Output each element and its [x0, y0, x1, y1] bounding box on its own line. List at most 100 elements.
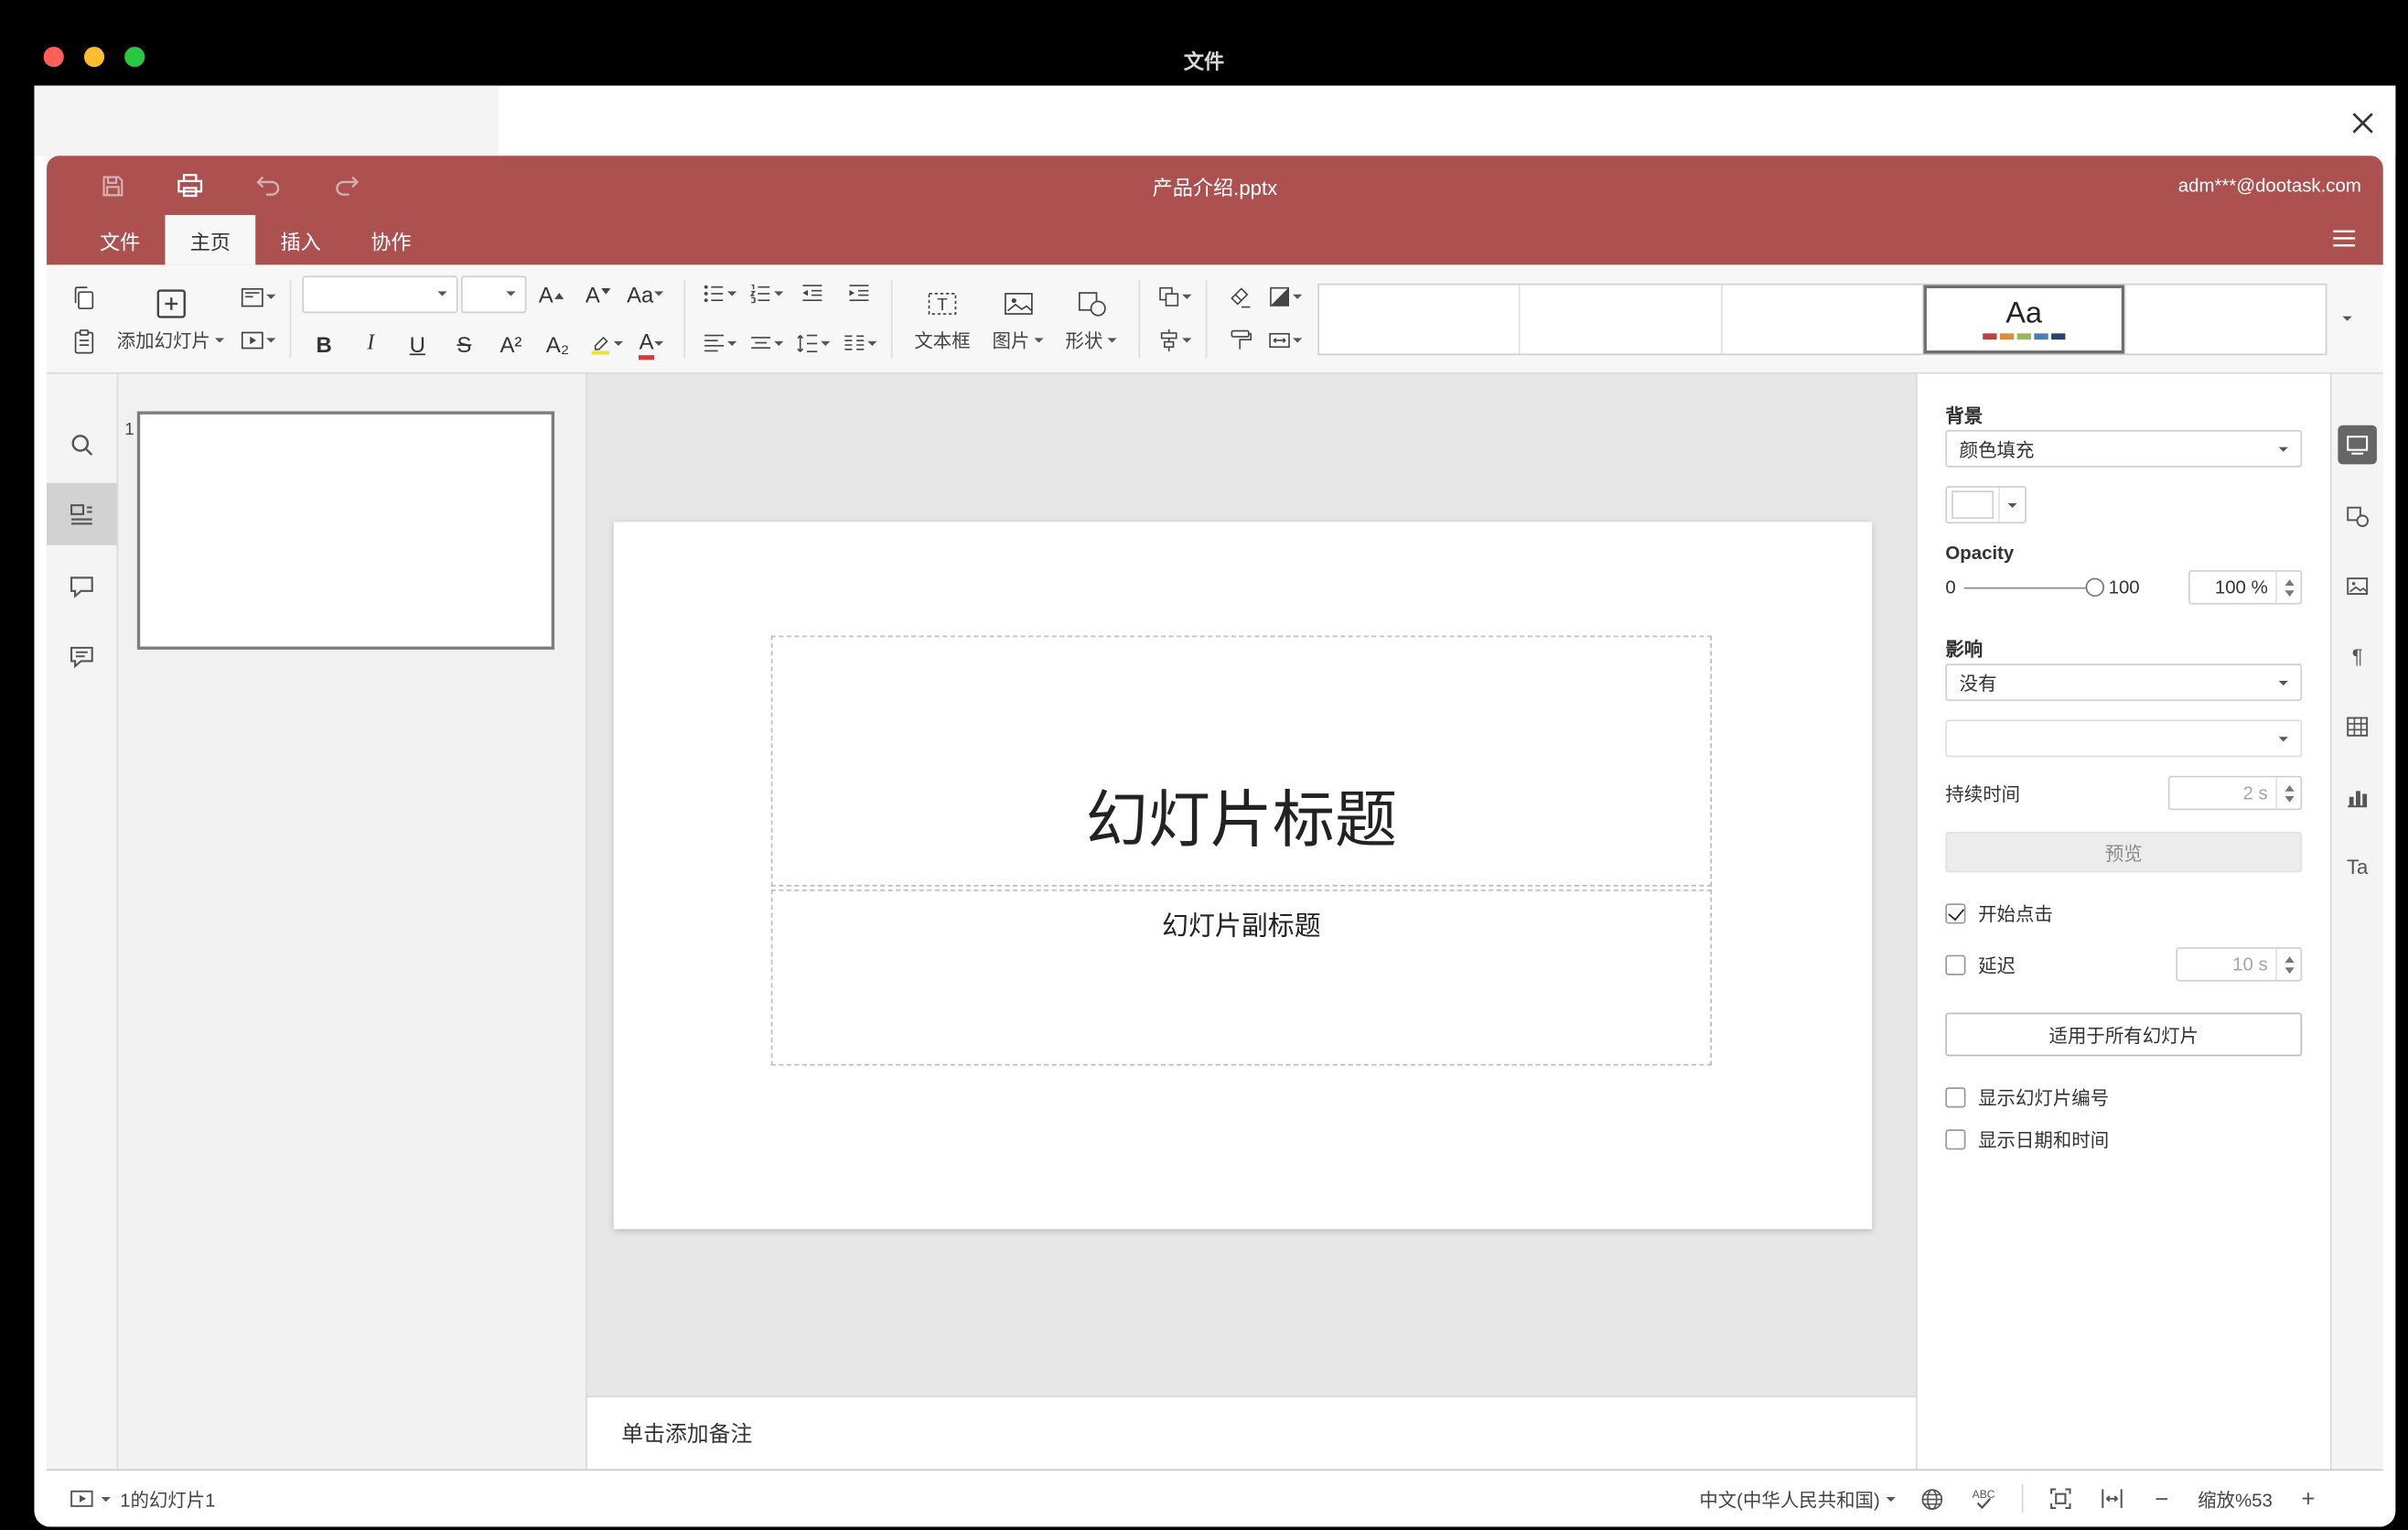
- slide-layout-button[interactable]: [235, 276, 279, 317]
- increase-font-button[interactable]: A: [530, 274, 574, 314]
- numbered-list-button[interactable]: [743, 274, 787, 314]
- tab-file[interactable]: 文件: [75, 215, 166, 264]
- title-placeholder[interactable]: 幻灯片标题: [770, 635, 1712, 887]
- language-select[interactable]: 中文(中华人民共和国): [1699, 1485, 1896, 1512]
- slides-panel-button[interactable]: [47, 482, 117, 545]
- show-slide-number-row[interactable]: 显示幻灯片编号: [1945, 1084, 2302, 1111]
- insert-image-button[interactable]: 图片: [982, 269, 1055, 369]
- table-settings-button[interactable]: [2338, 707, 2377, 747]
- bullet-list-button[interactable]: [696, 274, 740, 314]
- spinner-down-icon[interactable]: [2284, 795, 2294, 802]
- show-datetime-row[interactable]: 显示日期和时间: [1945, 1126, 2302, 1153]
- font-name-combo[interactable]: [302, 275, 458, 313]
- show-slide-number-checkbox[interactable]: [1945, 1087, 1966, 1108]
- add-slide-button[interactable]: 添加幻灯片: [106, 269, 235, 369]
- slide[interactable]: 幻灯片标题 幻灯片副标题: [613, 522, 1873, 1230]
- fit-slide-button[interactable]: [2047, 1484, 2075, 1513]
- effect-select[interactable]: 没有: [1945, 663, 2303, 702]
- effect-type-select[interactable]: [1945, 719, 2303, 758]
- theme-option-3[interactable]: [1723, 284, 1924, 353]
- superscript-button[interactable]: A²: [489, 323, 533, 363]
- fill-color-select[interactable]: [1945, 486, 2026, 524]
- insert-textbox-button[interactable]: T 文本框: [903, 269, 981, 369]
- tab-collaboration[interactable]: 协作: [346, 215, 436, 264]
- clear-style-button[interactable]: [1218, 276, 1262, 317]
- decrease-font-button[interactable]: A: [576, 274, 620, 314]
- font-size-combo[interactable]: [460, 275, 527, 313]
- feedback-panel-button[interactable]: [47, 625, 117, 687]
- increase-indent-button[interactable]: [836, 274, 880, 314]
- print-button[interactable]: [165, 167, 214, 204]
- tab-home[interactable]: 主页: [165, 214, 256, 265]
- start-slideshow-button[interactable]: [235, 320, 279, 361]
- delay-checkbox[interactable]: [1945, 954, 1966, 975]
- textart-settings-button[interactable]: Ta: [2338, 847, 2377, 887]
- arrange-shape-button[interactable]: [1151, 276, 1195, 317]
- comments-panel-button[interactable]: [47, 555, 117, 617]
- opacity-spinner[interactable]: 100 %: [2188, 570, 2303, 605]
- undo-button[interactable]: [243, 167, 293, 204]
- shape-settings-button[interactable]: [2338, 497, 2377, 536]
- italic-button[interactable]: I: [349, 323, 392, 363]
- copy-style-button[interactable]: [1218, 320, 1262, 361]
- highlight-color-button[interactable]: [583, 323, 627, 363]
- search-panel-button[interactable]: [47, 413, 117, 475]
- slide-size-button[interactable]: [1262, 320, 1306, 361]
- theme-gallery-expand-button[interactable]: [2327, 283, 2367, 354]
- spinner-down-icon[interactable]: [2284, 589, 2294, 597]
- fill-type-select[interactable]: 颜色填充: [1945, 429, 2303, 468]
- save-button[interactable]: [87, 167, 136, 204]
- insert-shape-button[interactable]: 形状: [1055, 269, 1128, 369]
- vertical-align-button[interactable]: [743, 323, 787, 363]
- start-on-click-checkbox[interactable]: [1945, 903, 1966, 924]
- theme-option-1[interactable]: [1319, 284, 1521, 353]
- theme-option-5[interactable]: [2125, 285, 2326, 353]
- zoom-in-button[interactable]: +: [2295, 1485, 2320, 1512]
- spinner-down-icon[interactable]: [2284, 966, 2294, 974]
- tab-insert[interactable]: 插入: [255, 215, 346, 264]
- spinner-up-icon[interactable]: [2284, 578, 2294, 586]
- font-color-button[interactable]: A: [629, 323, 673, 363]
- decrease-indent-button[interactable]: [790, 274, 833, 314]
- bold-button[interactable]: B: [302, 323, 346, 363]
- spinner-up-icon[interactable]: [2284, 955, 2294, 963]
- apply-to-all-button[interactable]: 适用于所有幻灯片: [1945, 1012, 2303, 1057]
- slide-thumbnail[interactable]: [136, 411, 555, 650]
- redo-button[interactable]: [321, 167, 371, 204]
- align-shape-button[interactable]: [1151, 320, 1195, 361]
- preview-button[interactable]: 预览: [1945, 832, 2303, 873]
- menu-button[interactable]: [2324, 220, 2364, 257]
- columns-button[interactable]: [836, 323, 880, 363]
- show-datetime-checkbox[interactable]: [1945, 1129, 1966, 1150]
- subscript-button[interactable]: A₂: [536, 323, 580, 363]
- document-language-button[interactable]: [1919, 1485, 1945, 1512]
- delay-checkbox-row[interactable]: 延迟 10 s: [1945, 947, 2303, 982]
- chart-settings-button[interactable]: [2338, 778, 2377, 817]
- opacity-slider[interactable]: [1963, 577, 2104, 598]
- horizontal-align-button[interactable]: [696, 323, 740, 363]
- spinner-up-icon[interactable]: [2284, 784, 2294, 791]
- slider-knob[interactable]: [2085, 577, 2104, 598]
- duration-spinner[interactable]: 2 s: [2167, 775, 2303, 811]
- change-case-button[interactable]: Aa: [623, 274, 667, 314]
- notes-area[interactable]: 单击添加备注: [586, 1395, 1917, 1470]
- start-slideshow-status-button[interactable]: [69, 1485, 111, 1512]
- subtitle-placeholder[interactable]: 幻灯片副标题: [770, 889, 1712, 1066]
- slide-fill-color-button[interactable]: [1262, 276, 1306, 317]
- slide-settings-button[interactable]: [2338, 425, 2377, 465]
- start-on-click-checkbox-row[interactable]: 开始点击: [1945, 900, 2302, 927]
- paste-button[interactable]: [62, 320, 106, 361]
- theme-option-2[interactable]: [1521, 284, 1723, 353]
- theme-option-selected[interactable]: Aa: [1924, 284, 2126, 353]
- paragraph-settings-button[interactable]: ¶: [2338, 637, 2377, 676]
- line-spacing-button[interactable]: [790, 323, 833, 363]
- delay-spinner[interactable]: 10 s: [2176, 947, 2303, 982]
- image-settings-button[interactable]: [2338, 567, 2377, 607]
- zoom-out-button[interactable]: −: [2149, 1485, 2174, 1512]
- close-dialog-button[interactable]: [2346, 106, 2380, 140]
- strikethrough-button[interactable]: S: [443, 323, 487, 363]
- underline-button[interactable]: U: [395, 323, 439, 363]
- fit-width-button[interactable]: [2098, 1484, 2126, 1513]
- copy-button[interactable]: [62, 276, 106, 317]
- spellcheck-button[interactable]: ABC: [1969, 1484, 1998, 1514]
